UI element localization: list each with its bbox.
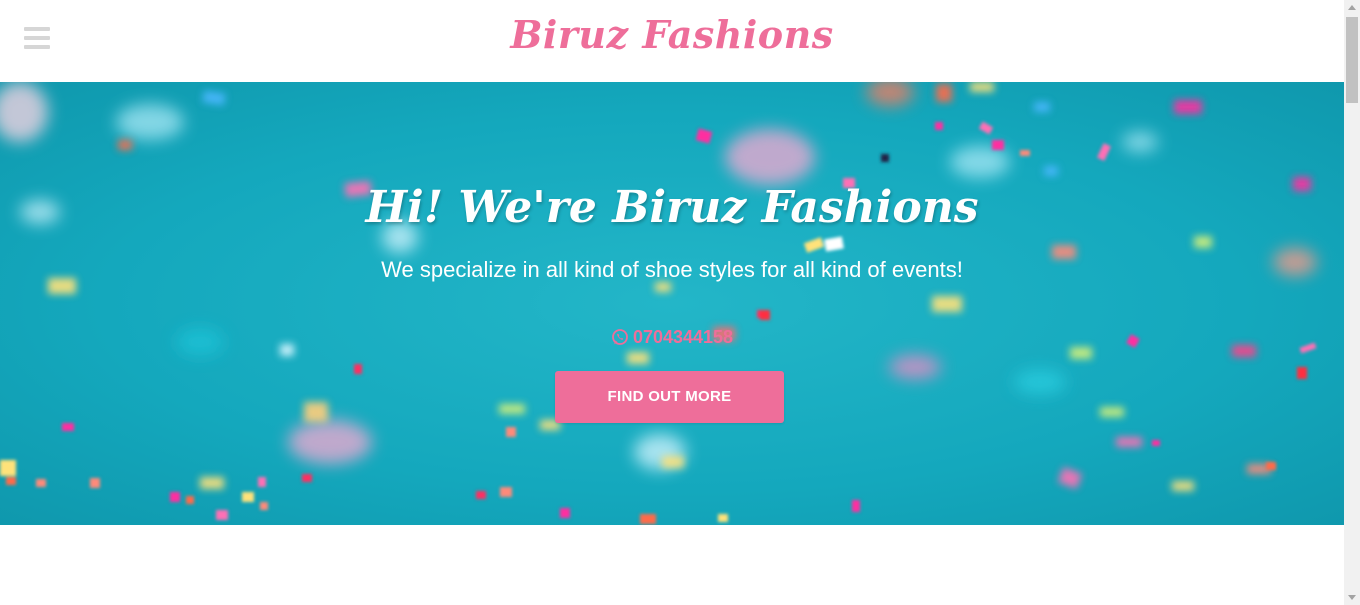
scroll-up-arrow-icon[interactable] <box>1348 5 1356 10</box>
scroll-down-arrow-icon[interactable] <box>1348 595 1356 600</box>
hero-section: Hi! We're Biruz Fashions We specialize i… <box>0 82 1344 525</box>
brand-logo[interactable]: Biruz Fashions <box>0 8 1344 62</box>
find-out-more-button[interactable]: FIND OUT MORE <box>555 371 784 423</box>
whatsapp-icon <box>612 329 628 345</box>
navbar: Biruz Fashions <box>0 0 1344 82</box>
page: Biruz Fashions Hi! We're Biruz Fashions … <box>0 0 1344 605</box>
scrollbar-thumb[interactable] <box>1346 17 1358 103</box>
confetti-background-image <box>0 82 1317 524</box>
scrollbar[interactable] <box>1344 0 1360 605</box>
hero-subtitle: We specialize in all kind of shoe styles… <box>381 257 963 282</box>
phone-number: 0704344158 <box>632 327 734 347</box>
phone-link[interactable]: 0704344158 <box>0 325 1344 349</box>
hero-title: Hi! We're Biruz Fashions <box>365 182 979 233</box>
